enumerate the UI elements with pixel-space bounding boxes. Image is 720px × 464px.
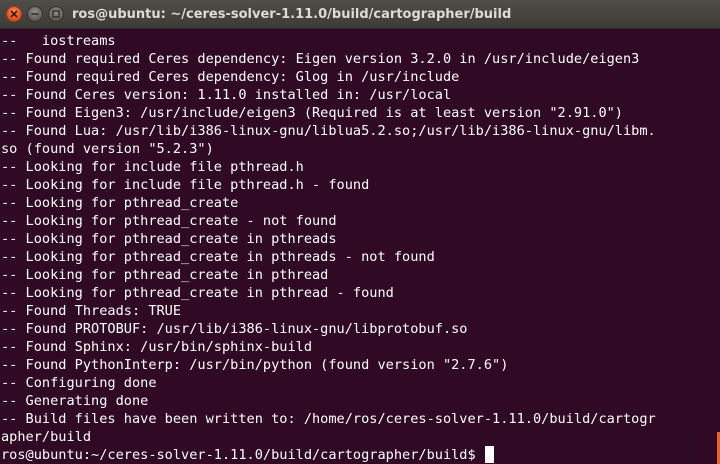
terminal-line: -- Found Lua: /usr/lib/i386-linux-gnu/li… <box>1 123 656 139</box>
title-bar[interactable]: ros@ubuntu: ~/ceres-solver-1.11.0/build/… <box>0 0 720 29</box>
maximize-icon <box>52 10 60 18</box>
terminal-line: -- iostreams <box>1 33 116 49</box>
terminal-line: -- Looking for pthread_create in pthread <box>1 267 329 283</box>
terminal-line: -- Found PythonInterp: /usr/bin/python (… <box>1 357 509 373</box>
terminal-output[interactable]: -- iostreams -- Found required Ceres dep… <box>0 32 720 464</box>
terminal-line: -- Looking for pthread_create - not foun… <box>1 213 337 229</box>
terminal-line: apher/build <box>1 429 92 445</box>
terminal-line: -- Generating done <box>1 393 149 409</box>
prompt-line[interactable]: ros@ubuntu:~/ceres-solver-1.11.0/build/c… <box>1 446 720 464</box>
terminal-line: -- Found PROTOBUF: /usr/lib/i386-linux-g… <box>1 321 468 337</box>
terminal-line: -- Found required Ceres dependency: Eige… <box>1 51 640 67</box>
terminal-line: -- Build files have been written to: /ho… <box>1 411 656 427</box>
terminal-line: -- Found Eigen3: /usr/include/eigen3 (Re… <box>1 105 623 121</box>
terminal-line: -- Looking for pthread_create in pthread… <box>1 285 394 301</box>
terminal-line: -- Looking for include file pthread.h <box>1 159 304 175</box>
terminal-line: -- Found Threads: TRUE <box>1 303 182 319</box>
terminal-window: ros@ubuntu: ~/ceres-solver-1.11.0/build/… <box>0 0 720 464</box>
terminal-line: -- Looking for pthread_create in pthread… <box>1 231 337 247</box>
maximize-button[interactable] <box>48 6 64 22</box>
close-button[interactable] <box>6 6 22 22</box>
close-icon <box>10 10 18 18</box>
terminal-line: -- Found Sphinx: /usr/bin/sphinx-build <box>1 339 312 355</box>
text-cursor <box>484 446 494 463</box>
shell-prompt: ros@ubuntu:~/ceres-solver-1.11.0/build/c… <box>1 447 484 463</box>
terminal-line: -- Found required Ceres dependency: Glog… <box>1 69 460 85</box>
terminal-line: -- Looking for pthread_create in pthread… <box>1 249 435 265</box>
terminal-line: -- Looking for include file pthread.h - … <box>1 177 370 193</box>
terminal-line: -- Found Ceres version: 1.11.0 installed… <box>1 87 452 103</box>
terminal-line: -- Configuring done <box>1 375 157 391</box>
terminal-line: -- Looking for pthread_create <box>1 195 239 211</box>
terminal-line: so (found version "5.2.3") <box>1 141 214 157</box>
window-title: ros@ubuntu: ~/ceres-solver-1.11.0/build/… <box>72 7 512 22</box>
minimize-icon <box>31 13 39 15</box>
minimize-button[interactable] <box>27 6 43 22</box>
